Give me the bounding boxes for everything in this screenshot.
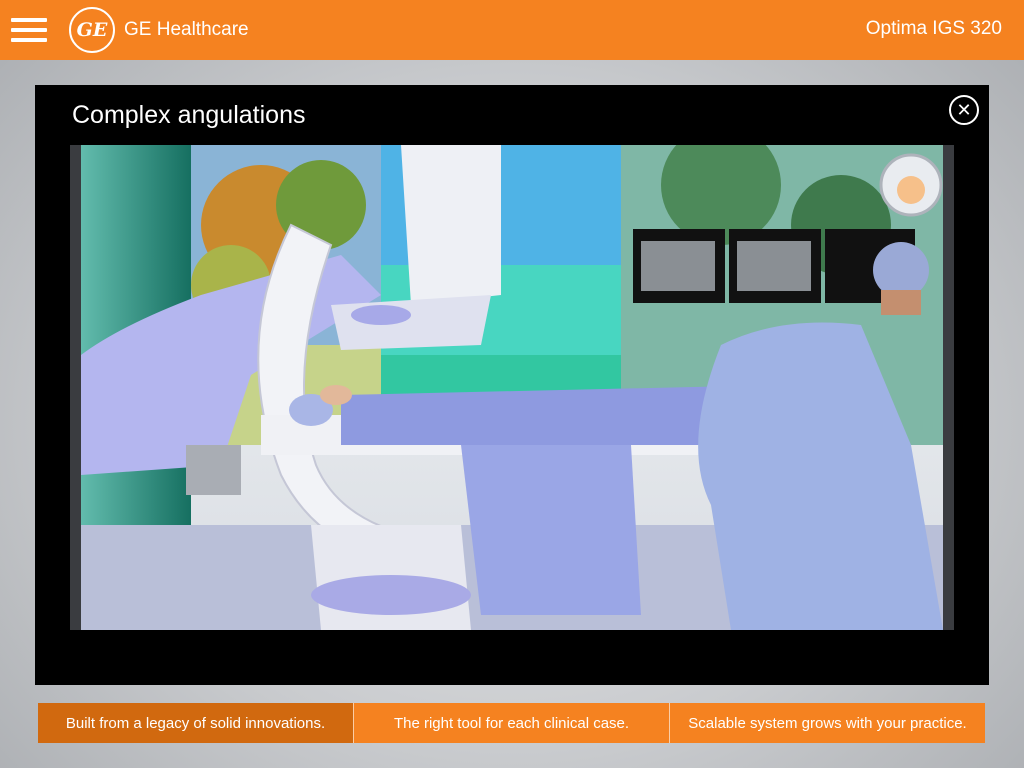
modal-title: Complex angulations <box>72 101 306 129</box>
feature-tabs: Built from a legacy of solid innovations… <box>38 703 985 743</box>
video-frame <box>81 145 943 630</box>
operating-room-scene <box>81 145 943 630</box>
menu-bar <box>11 38 47 42</box>
app-header: GE GE Healthcare Optima IGS 320 <box>0 0 1024 60</box>
tab-scalable[interactable]: Scalable system grows with your practice… <box>669 703 985 743</box>
menu-button[interactable] <box>0 0 58 60</box>
tab-right-tool[interactable]: The right tool for each clinical case. <box>353 703 669 743</box>
close-icon[interactable]: ✕ <box>949 95 979 125</box>
menu-bar <box>11 18 47 22</box>
ge-logo-icon: GE <box>69 7 115 53</box>
video-player[interactable] <box>70 145 954 630</box>
video-modal: Complex angulations ✕ <box>35 85 989 685</box>
menu-bar <box>11 28 47 32</box>
product-name: Optima IGS 320 <box>865 18 1002 39</box>
brand-name: GE Healthcare <box>124 19 249 40</box>
tab-legacy[interactable]: Built from a legacy of solid innovations… <box>38 703 353 743</box>
